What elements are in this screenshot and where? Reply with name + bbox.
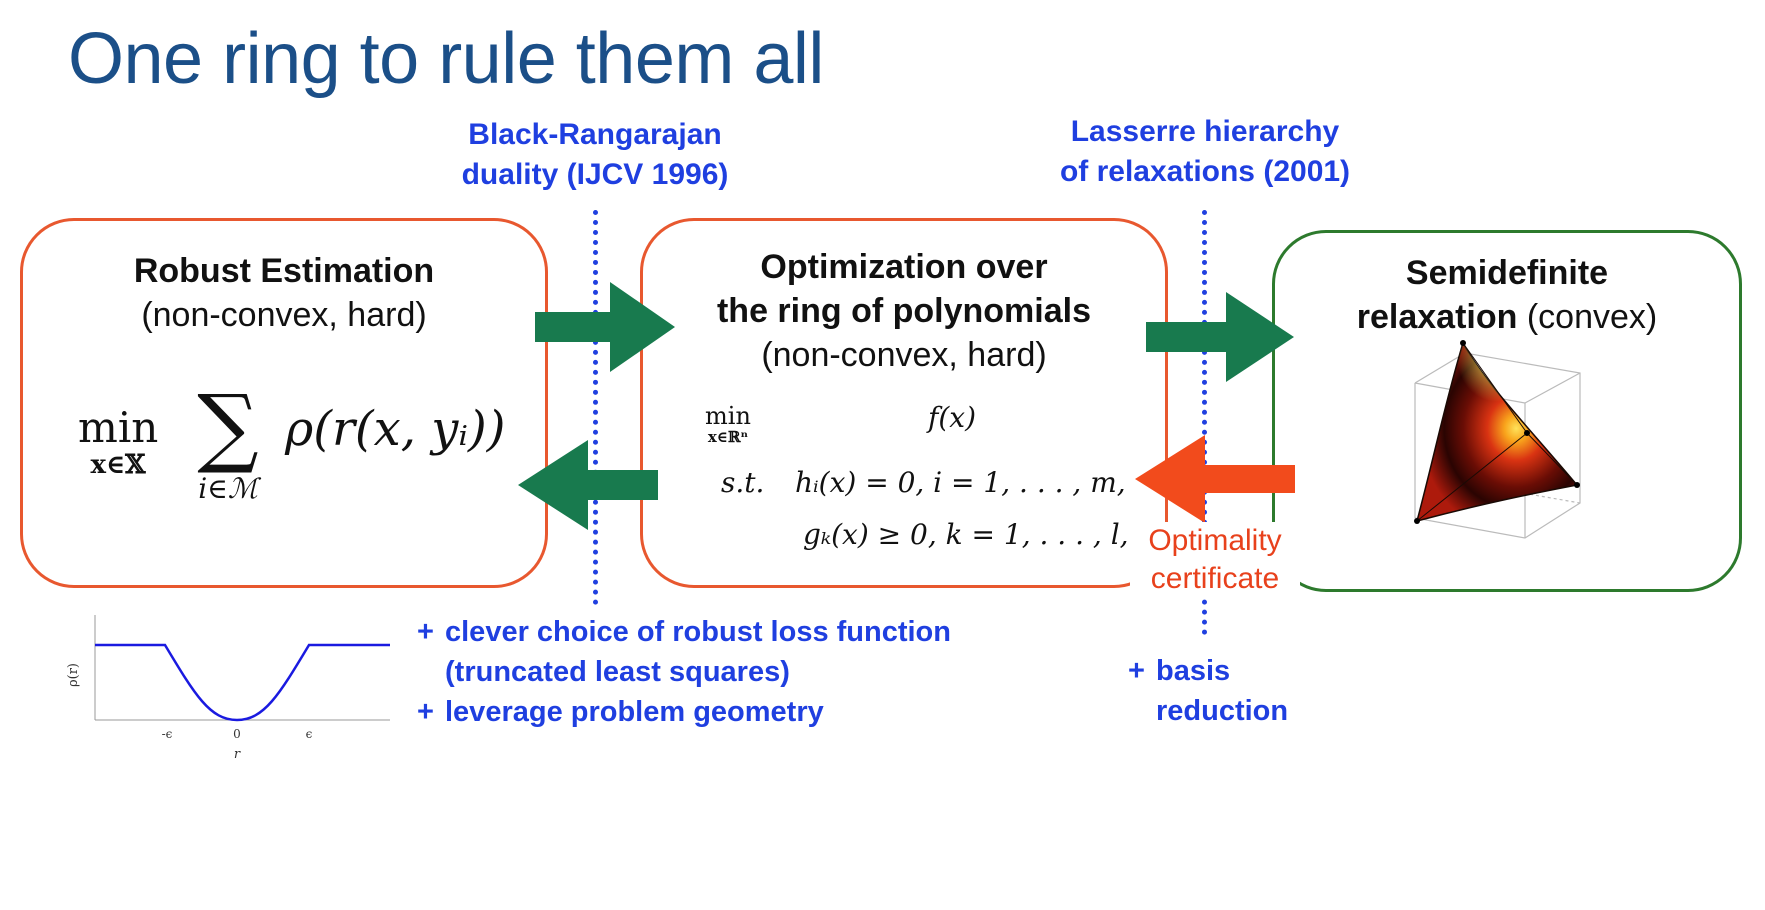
sdp-title-line1: Semidefinite <box>1275 251 1739 295</box>
robust-notes-list: + clever choice of robust loss function (… <box>417 612 1037 732</box>
duality-divider-line <box>593 210 598 605</box>
optimality-certificate-label: Optimality certificate <box>1130 522 1300 598</box>
polynomial-subtitle: (non-convex, hard) <box>761 336 1047 374</box>
robust-min-operator: min x∈𝕏 <box>78 403 159 481</box>
robust-sum-sub: i∈ℳ <box>198 472 258 505</box>
basis-notes-list: + basis reduction <box>1128 651 1348 731</box>
sum-symbol: ∑ <box>197 377 259 477</box>
black-rangarajan-line1: Black-Rangarajan <box>468 118 722 151</box>
note-text: reduction <box>1156 695 1289 727</box>
polynomial-min-operator: min x∈ℝⁿ <box>693 404 763 446</box>
loss-curve <box>95 643 390 722</box>
sdp-title-line1-text: Semidefinite <box>1405 254 1609 292</box>
black-rangarajan-note: Black-Rangarajan duality (IJCV 1996) <box>430 115 760 195</box>
black-rangarajan-line2: duality (IJCV 1996) <box>461 158 729 191</box>
certificate-line1: Optimality <box>1148 524 1282 557</box>
plot-xlabel: r <box>234 747 241 762</box>
polynomial-title-line1-text: Optimization over <box>760 248 1048 286</box>
robust-min-sub: x∈𝕏 <box>90 450 146 480</box>
semidefinite-relaxation-box: Semidefinite relaxation (convex) <box>1272 230 1742 592</box>
note-item-robust-loss: + clever choice of robust loss function <box>417 612 1037 652</box>
polynomial-min: min <box>705 402 751 430</box>
note-text: clever choice of robust loss function <box>445 616 951 648</box>
arrow-polynomial-to-sdp <box>1146 292 1294 382</box>
sdp-title-convex: (convex) <box>1526 298 1658 336</box>
robust-estimation-box: Robust Estimation (non-convex, hard) min… <box>20 218 548 588</box>
robust-estimation-title-text: Robust Estimation <box>133 252 435 290</box>
robust-estimation-subtitle: (non-convex, hard) <box>141 296 427 334</box>
robust-sum-operator: ∑ i∈ℳ <box>178 381 278 505</box>
note-item-reduction: reduction <box>1128 691 1348 731</box>
note-text: (truncated least squares) <box>445 656 790 688</box>
arrow-robust-to-polynomial <box>535 282 675 372</box>
certificate-line2: certificate <box>1150 562 1280 595</box>
polynomial-title-line2: the ring of polynomials <box>643 289 1165 333</box>
polynomial-constraint-h: hᵢ(x) = 0, i = 1, . . . , m, <box>795 466 1126 499</box>
polynomial-min-sub: x∈ℝⁿ <box>707 428 749 446</box>
note-text: basis <box>1156 655 1231 687</box>
note-item-basis: + basis <box>1128 651 1348 691</box>
plus-icon: + <box>417 616 434 648</box>
polynomial-title-line2-text: the ring of polynomials <box>716 292 1092 330</box>
arrow-polynomial-to-robust <box>518 440 658 530</box>
spectrahedron-highlight <box>1417 343 1577 521</box>
plot-ylabel: ρ(r) <box>66 663 81 687</box>
arrow-sdp-to-polynomial-certificate <box>1135 435 1295 523</box>
plot-tick-eps: ϵ <box>306 727 313 741</box>
spectrahedron-illustration <box>1414 340 1581 539</box>
lasserre-note: Lasserre hierarchy of relaxations (2001) <box>1030 112 1380 192</box>
polynomial-constraint-g: gₖ(x) ≥ 0, k = 1, . . . , l, <box>803 518 1129 551</box>
plus-icon: + <box>417 696 434 728</box>
note-item-truncated: (truncated least squares) <box>417 652 1037 692</box>
robust-formula-body: ρ(r(x, yᵢ)) <box>285 401 506 457</box>
note-item-geometry: + leverage problem geometry <box>417 692 1037 732</box>
sdp-title-relaxation: relaxation <box>1356 298 1518 336</box>
lasserre-line2: of relaxations (2001) <box>1059 155 1351 188</box>
robust-min: min <box>78 403 159 452</box>
polynomial-st: s.t. <box>721 466 765 499</box>
lasserre-line1: Lasserre hierarchy <box>1070 115 1340 148</box>
plus-icon: + <box>1128 655 1145 687</box>
robust-estimation-title: Robust Estimation <box>23 249 545 293</box>
slide-title: One ring to rule them all <box>68 19 824 99</box>
polynomial-title-line1: Optimization over <box>643 245 1165 289</box>
polynomial-objective: f(x) <box>928 401 977 434</box>
plot-tick-neg-eps: -ϵ <box>162 727 173 741</box>
truncated-least-squares-plot: ρ(r) -ϵ 0 ϵ r <box>66 615 390 762</box>
note-text: leverage problem geometry <box>445 696 824 728</box>
polynomial-optimization-box: Optimization over the ring of polynomial… <box>640 218 1168 588</box>
plot-tick-zero: 0 <box>233 727 241 741</box>
